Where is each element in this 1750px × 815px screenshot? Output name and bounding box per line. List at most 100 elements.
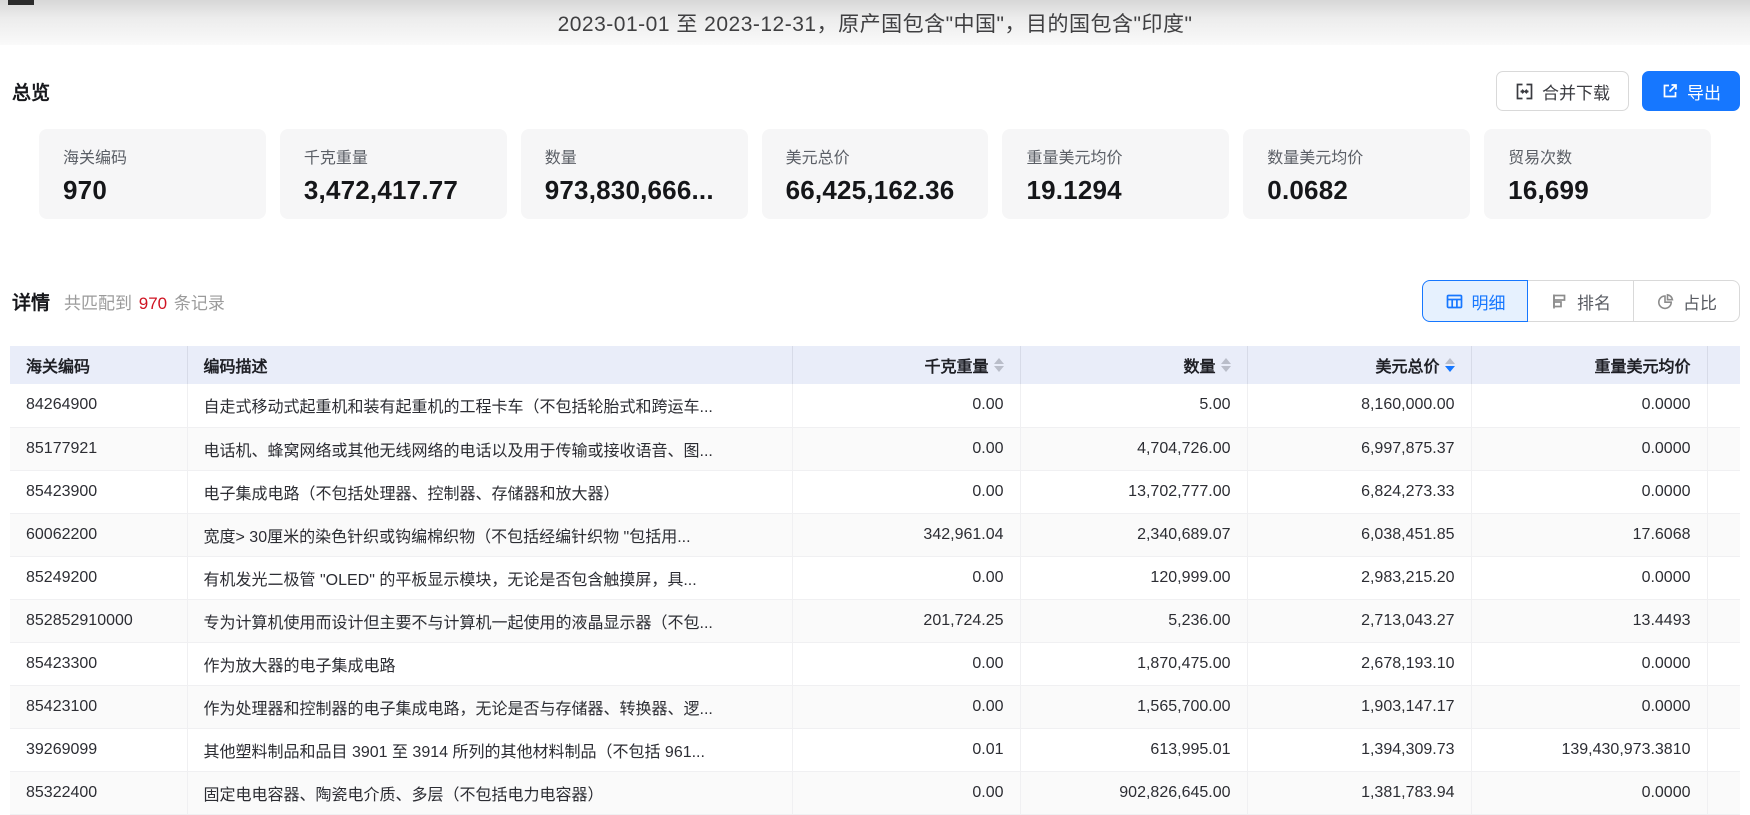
detail-table: 海关编码 编码描述 千克重量 数量 美元总价 重量美元均价 84264900 自… [10, 346, 1740, 815]
stat-label: 数量 [544, 150, 577, 167]
match-suffix: 条记录 [173, 293, 225, 313]
stat-card-weight-unit-price: 重量美元均价 19.1294 [1002, 129, 1230, 219]
stat-card-qty-unit-price: 数量美元均价 0.0682 [1243, 129, 1471, 219]
cell-overflow [1707, 642, 1740, 686]
col-header-overflow [1707, 346, 1740, 384]
stat-value: 19.1294 [1026, 175, 1122, 205]
cell-overflow [1707, 599, 1740, 643]
cell-kg-weight: 0.01 [792, 728, 1021, 772]
query-summary: 2023-01-01 至 2023-12-31，原产国包含"中国"，目的国包含"… [557, 12, 1193, 36]
cell-hs-code: 60062200 [10, 513, 188, 557]
sort-icon-active-desc[interactable] [1444, 358, 1455, 372]
cell-usd-total: 8,160,000.00 [1247, 384, 1472, 428]
table-header-row: 海关编码 编码描述 千克重量 数量 美元总价 重量美元均价 [10, 346, 1740, 384]
merge-download-button[interactable]: 合并下载 [1496, 71, 1629, 111]
stat-card-kg-weight: 千克重量 3,472,417.77 [279, 129, 507, 219]
detail-heading: 详情 [12, 292, 51, 314]
merge-download-label: 合并下载 [1542, 83, 1610, 103]
stat-card-hs-code: 海关编码 970 [39, 129, 266, 219]
cell-description: 专为计算机使用而设计但主要不与计算机一起使用的液晶显示器（不包... [187, 599, 793, 643]
tab-label: 排名 [1577, 293, 1611, 313]
table-row[interactable]: 852852910000 专为计算机使用而设计但主要不与计算机一起使用的液晶显示… [10, 599, 1740, 643]
col-header-hs-code: 海关编码 [10, 346, 188, 384]
table-row[interactable]: 85322400 固定电电容器、陶瓷电介质、多层（不包括电力电容器） 0.00 … [10, 771, 1740, 815]
stat-value: 16,699 [1508, 175, 1589, 205]
tab-proportion[interactable]: 占比 [1634, 280, 1740, 322]
cell-description: 作为处理器和控制器的电子集成电路，无论是否与存储器、转换器、逻... [187, 685, 793, 729]
stat-value: 973,830,666... [544, 175, 714, 205]
table-row[interactable]: 85423900 电子集成电路（不包括处理器、控制器、存储器和放大器） 0.00… [10, 470, 1740, 514]
cell-kg-weight: 342,961.04 [792, 513, 1021, 557]
cell-usd-total: 6,824,273.33 [1247, 470, 1472, 514]
cell-description: 自走式移动式起重机和装有起重机的工程卡车（不包括轮胎式和跨运车... [187, 384, 793, 428]
export-button[interactable]: 导出 [1642, 71, 1740, 111]
cell-overflow [1707, 685, 1740, 729]
table-row[interactable]: 85423300 作为放大器的电子集成电路 0.00 1,870,475.00 … [10, 642, 1740, 686]
merge-download-icon [1515, 82, 1534, 101]
cell-usd-total: 2,713,043.27 [1247, 599, 1472, 643]
stat-value: 3,472,417.77 [303, 175, 459, 205]
cell-hs-code: 85322400 [10, 771, 188, 815]
cell-weight-unit-price: 0.0000 [1471, 384, 1708, 428]
col-header-usd-total[interactable]: 美元总价 [1247, 346, 1472, 384]
tab-label: 明细 [1471, 293, 1506, 313]
cell-quantity: 5.00 [1020, 384, 1248, 428]
ranking-icon [1550, 292, 1569, 311]
cell-hs-code: 85423900 [10, 470, 188, 514]
cell-weight-unit-price: 17.6068 [1471, 513, 1708, 557]
stat-value: 66,425,162.36 [785, 175, 955, 205]
table-row[interactable]: 85249200 有机发光二极管 "OLED" 的平板显示模块，无论是否包含触摸… [10, 556, 1740, 600]
table-row[interactable]: 85423100 作为处理器和控制器的电子集成电路，无论是否与存储器、转换器、逻… [10, 685, 1740, 729]
stat-label: 贸易次数 [1508, 150, 1573, 167]
cell-quantity: 902,826,645.00 [1020, 771, 1248, 815]
cell-quantity: 5,236.00 [1020, 599, 1248, 643]
match-prefix: 共匹配到 [64, 293, 133, 313]
cell-weight-unit-price: 0.0000 [1471, 470, 1708, 514]
cell-overflow [1707, 728, 1740, 772]
col-header-kg-weight[interactable]: 千克重量 [792, 346, 1021, 384]
tab-ranking[interactable]: 排名 [1528, 280, 1634, 322]
cell-kg-weight: 0.00 [792, 427, 1021, 471]
cell-description: 有机发光二极管 "OLED" 的平板显示模块，无论是否包含触摸屏，具... [187, 556, 793, 600]
view-switcher: 明细 排名 占比 [1422, 280, 1740, 322]
table-row[interactable]: 85177921 电话机、蜂窝网络或其他无线网络的电话以及用于传输或接收语音、图… [10, 427, 1740, 471]
cell-weight-unit-price: 13.4493 [1471, 599, 1708, 643]
sort-icon[interactable] [993, 358, 1004, 372]
cell-kg-weight: 0.00 [792, 470, 1021, 514]
corner-artifact [8, 0, 34, 5]
stat-label: 海关编码 [63, 150, 128, 167]
cell-description: 其他塑料制品和品目 3901 至 3914 所列的其他材料制品（不包括 961.… [187, 728, 793, 772]
table-row[interactable]: 84264900 自走式移动式起重机和装有起重机的工程卡车（不包括轮胎式和跨运车… [10, 384, 1740, 428]
cell-usd-total: 6,038,451.85 [1247, 513, 1472, 557]
cell-hs-code: 85177921 [10, 427, 188, 471]
cell-quantity: 613,995.01 [1020, 728, 1248, 772]
cell-weight-unit-price: 0.0000 [1471, 556, 1708, 600]
tab-detail[interactable]: 明细 [1422, 280, 1528, 322]
col-header-weight-unit-price: 重量美元均价 [1471, 346, 1708, 384]
stat-label: 重量美元均价 [1026, 150, 1123, 167]
stat-card-trade-count: 贸易次数 16,699 [1484, 129, 1712, 219]
stat-card-usd-total: 美元总价 66,425,162.36 [761, 129, 989, 219]
export-label: 导出 [1687, 83, 1721, 103]
cell-quantity: 1,870,475.00 [1020, 642, 1248, 686]
table-row[interactable]: 60062200 宽度> 30厘米的染色针织或钩编棉织物（不包括经编针织物 "包… [10, 513, 1740, 557]
col-header-quantity[interactable]: 数量 [1020, 346, 1248, 384]
cell-quantity: 120,999.00 [1020, 556, 1248, 600]
cell-weight-unit-price: 139,430,973.3810 [1471, 728, 1708, 772]
cell-quantity: 2,340,689.07 [1020, 513, 1248, 557]
cell-kg-weight: 0.00 [792, 556, 1021, 600]
cell-description: 固定电电容器、陶瓷电介质、多层（不包括电力电容器） [187, 771, 793, 815]
cell-quantity: 4,704,726.00 [1020, 427, 1248, 471]
overview-stats: 海关编码 970 千克重量 3,472,417.77 数量 973,830,66… [39, 129, 1712, 219]
cell-overflow [1707, 470, 1740, 514]
cell-usd-total: 1,903,147.17 [1247, 685, 1472, 729]
cell-weight-unit-price: 0.0000 [1471, 771, 1708, 815]
tab-label: 占比 [1683, 293, 1717, 313]
cell-overflow [1707, 556, 1740, 600]
sort-icon[interactable] [1220, 358, 1231, 372]
cell-overflow [1707, 513, 1740, 557]
table-row[interactable]: 39269099 其他塑料制品和品目 3901 至 3914 所列的其他材料制品… [10, 728, 1740, 772]
cell-description: 电话机、蜂窝网络或其他无线网络的电话以及用于传输或接收语音、图... [187, 427, 793, 471]
export-icon [1661, 82, 1679, 100]
cell-hs-code: 84264900 [10, 384, 188, 428]
